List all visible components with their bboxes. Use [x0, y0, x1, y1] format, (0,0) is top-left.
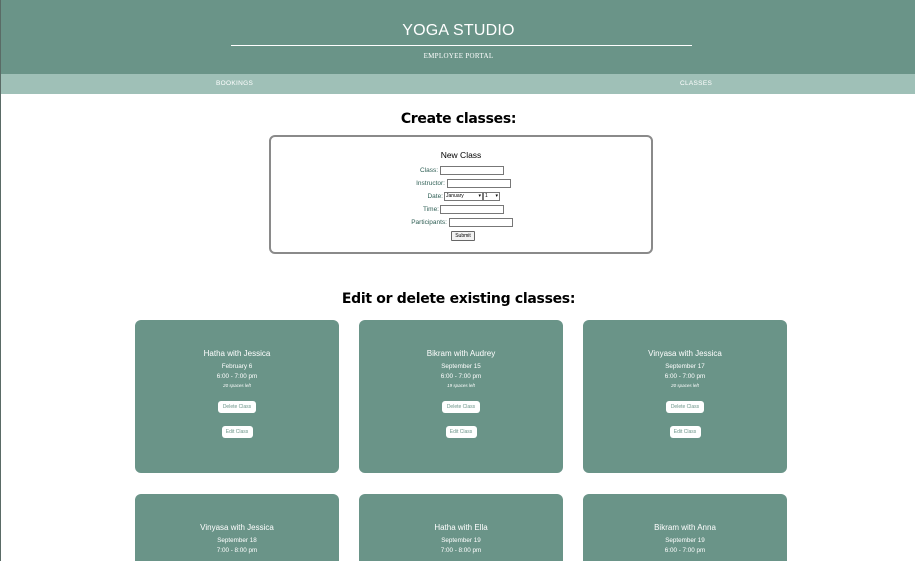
class-title: Hatha with Ella	[434, 523, 488, 532]
class-input[interactable]	[440, 166, 504, 175]
nav-link-classes[interactable]: CLASSES	[680, 80, 712, 87]
brand-title: YOGA STUDIO	[402, 22, 515, 39]
class-card: Hatha with Ella September 19 7:00 - 8:00…	[359, 494, 563, 561]
class-card: Bikram with Anna September 19 6:00 - 7:0…	[583, 494, 787, 561]
edit-class-button[interactable]: Edit Class	[221, 426, 253, 438]
class-date: September 19	[441, 537, 481, 544]
delete-class-button[interactable]: Delete Class	[442, 401, 480, 413]
nav-link-bookings[interactable]: BOOKINGS	[216, 80, 253, 87]
delete-class-button[interactable]: Delete Class	[218, 401, 256, 413]
edit-class-button[interactable]: Edit Class	[445, 426, 477, 438]
class-time: 6:00 - 7:00 pm	[440, 373, 482, 380]
header-divider	[231, 45, 692, 46]
month-value: January	[446, 193, 464, 199]
chevron-down-icon: ▾	[478, 193, 481, 199]
nav-bar: BOOKINGS CLASSES	[1, 74, 915, 94]
portal-subtitle: EMPLOYEE PORTAL	[423, 52, 494, 60]
participants-input[interactable]	[449, 218, 513, 227]
site-header: YOGA STUDIO EMPLOYEE PORTAL	[1, 0, 915, 74]
class-title: Vinyasa with Jessica	[648, 349, 722, 358]
class-card: Vinyasa with Jessica September 18 7:00 -…	[135, 494, 339, 561]
spaces-left: 20 spaces left	[671, 383, 699, 388]
delete-class-button[interactable]: Delete Class	[666, 401, 704, 413]
instructor-input[interactable]	[447, 179, 511, 188]
time-row: Time:	[271, 205, 651, 215]
class-date: September 18	[217, 537, 257, 544]
class-title: Bikram with Audrey	[426, 349, 496, 358]
new-class-form: New Class Class: Instructor: Date: Janua…	[269, 135, 653, 254]
time-input[interactable]	[440, 205, 504, 214]
class-date: February 6	[221, 363, 253, 370]
class-label: Class:	[419, 167, 438, 174]
class-date: September 19	[665, 537, 705, 544]
instructor-label: Instructor:	[416, 180, 445, 187]
edit-classes-heading: Edit or delete existing classes:	[341, 291, 576, 307]
month-select[interactable]: January ▾	[444, 192, 483, 201]
date-label: Date:	[427, 193, 443, 200]
class-time: 7:00 - 8:00 pm	[216, 547, 258, 554]
chevron-down-icon: ▾	[495, 193, 498, 199]
class-title: Bikram with Anna	[654, 523, 716, 532]
class-date: September 17	[665, 363, 705, 370]
participants-row: Participants:	[271, 218, 651, 228]
form-title: New Class	[440, 150, 482, 160]
edit-class-button[interactable]: Edit Class	[669, 426, 701, 438]
spaces-left: 19 spaces left	[447, 383, 475, 388]
date-row: Date: January ▾ 1 ▾	[271, 192, 651, 202]
create-classes-heading: Create classes:	[400, 111, 517, 127]
class-time: 6:00 - 7:00 pm	[216, 373, 258, 380]
class-time: 7:00 - 8:00 pm	[440, 547, 482, 554]
instructor-row: Instructor:	[271, 179, 651, 189]
participants-label: Participants:	[411, 219, 447, 226]
day-value: 1	[485, 193, 488, 199]
class-card: Vinyasa with Jessica September 17 6:00 -…	[583, 320, 787, 473]
class-card: Bikram with Audrey September 15 6:00 - 7…	[359, 320, 563, 473]
submit-button[interactable]: Submit	[451, 231, 475, 241]
spaces-left: 20 spaces left	[223, 383, 251, 388]
day-select[interactable]: 1 ▾	[483, 192, 500, 201]
class-card: Hatha with Jessica February 6 6:00 - 7:0…	[135, 320, 339, 473]
class-title: Hatha with Jessica	[203, 349, 271, 358]
time-label: Time:	[422, 206, 439, 213]
class-date: September 15	[441, 363, 481, 370]
class-row: Class:	[271, 166, 651, 176]
class-time: 6:00 - 7:00 pm	[664, 547, 706, 554]
class-title: Vinyasa with Jessica	[200, 523, 274, 532]
class-time: 6:00 - 7:00 pm	[664, 373, 706, 380]
